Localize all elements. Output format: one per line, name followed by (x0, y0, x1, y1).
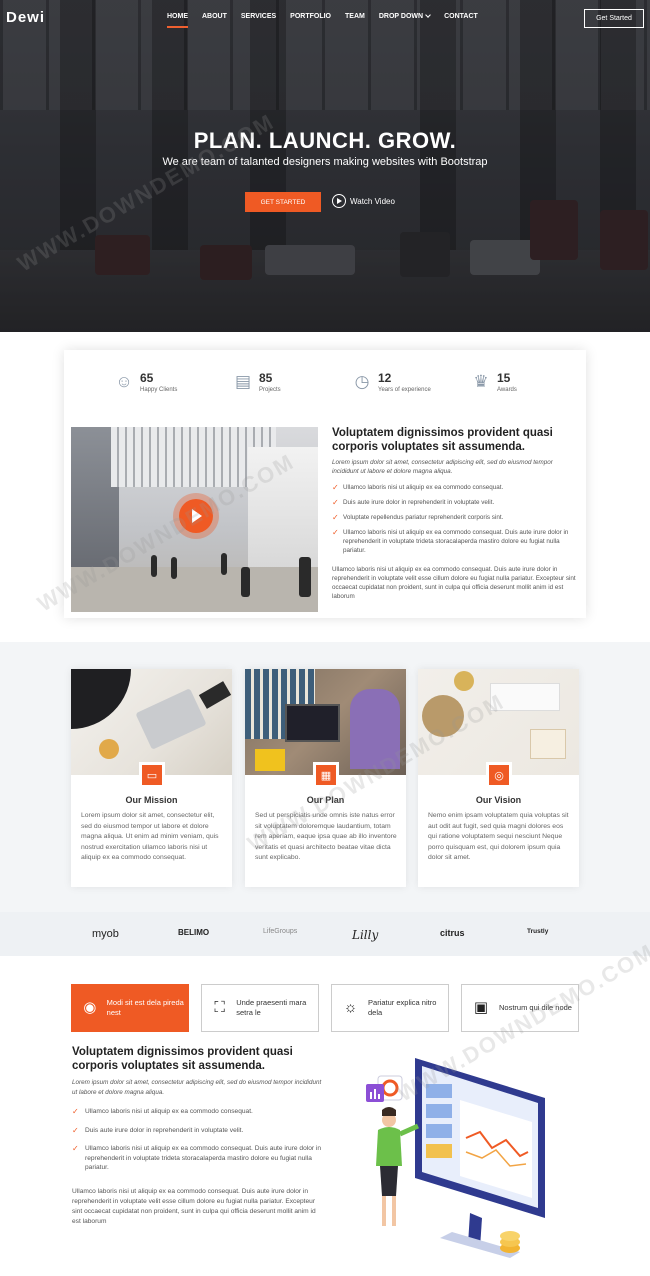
stat-label: Happy Clients (140, 387, 178, 393)
tab-label: Unde praesenti mara setra le (236, 998, 307, 1017)
hero-subtitle: We are team of talanted designers making… (162, 156, 488, 168)
tab-label: Nostrum qui dile node (499, 1003, 572, 1012)
list-item: ✓ Duis aute irure dolor in reprehenderit … (332, 498, 495, 507)
clients-strip: myob BELIMO LifeGroups Lilly citrus Trus… (0, 912, 650, 956)
nav-home[interactable]: HOME (160, 13, 195, 28)
sun-icon: ☼ (343, 999, 358, 1016)
tab-label: Pariatur explica nitro dela (368, 998, 437, 1017)
stat-value: 85 (259, 371, 273, 385)
broadcast-icon: ◉ (83, 999, 97, 1016)
calendar-icon: ▦ (313, 762, 339, 788)
scan-icon: ⛶ (214, 999, 225, 1016)
nav-contact[interactable]: CONTACT (437, 13, 485, 20)
list-item: ✓ Ullamco laboris nisi ut aliquip ex ea c… (72, 1107, 253, 1116)
stat-projects: ▤ 85 Projects (233, 371, 352, 394)
hero-title: PLAN. LAUNCH. GROW. (193, 128, 457, 153)
check-icon: ✓ (332, 498, 339, 507)
tab-unde[interactable]: ⛶ Unde praesenti mara setra le (201, 984, 319, 1032)
check-icon: ✓ (332, 483, 339, 492)
watch-video-link[interactable]: Watch Video (332, 194, 395, 208)
list-item: ✓ Duis aute irure dolor in reprehenderit … (72, 1125, 244, 1135)
features-section: ▭ Our Mission Lorem ipsum dolor sit amet… (0, 642, 650, 912)
trophy-icon: ♛ (473, 372, 489, 391)
about-video-thumbnail[interactable] (71, 427, 318, 612)
get-started-header-button[interactable]: Get Started (584, 9, 644, 28)
client-logo-belimo: BELIMO (178, 928, 210, 937)
feature-card-plan: ▦ Our Plan Sed ut perspiciatis unde omni… (245, 669, 406, 887)
dashboard-illustration (360, 1048, 590, 1270)
feature-card-vision: ◎ Our Vision Nemo enim ipsam voluptatem … (418, 669, 579, 887)
feature-description: Lorem ipsum dolor sit amet, consectetur … (81, 812, 219, 861)
logo[interactable]: Dewi (6, 9, 45, 26)
watch-video-label: Watch Video (350, 196, 395, 206)
check-icon: ✓ (72, 1125, 79, 1135)
stat-value: 12 (378, 371, 392, 385)
printer-icon: ▤ (234, 372, 252, 391)
check-icon: ✓ (332, 513, 339, 522)
tab-modi[interactable]: ◉ Modi sit est dela pireda nest (71, 984, 189, 1032)
client-logo-myob: myob (92, 928, 119, 940)
feature-title: Our Plan (306, 795, 345, 805)
hero-section: Dewi HOME ABOUT SERVICES PORTFOLIO TEAM … (0, 0, 650, 332)
feature-description: Nemo enim ipsam voluptatem quia voluptas… (428, 812, 569, 861)
get-started-button[interactable]: GET STARTED (245, 192, 321, 212)
chevron-down-icon (425, 12, 431, 18)
check-icon: ✓ (332, 528, 339, 537)
target-icon: ◎ (486, 762, 512, 788)
stats-row: ☺ 65 Happy Clients ▤ 85 Projects ◷ 12 Years… (114, 371, 590, 394)
stat-value: 15 (497, 371, 511, 385)
list-item: ✓ Ullamco laboris nisi ut aliquip ex ea c… (332, 528, 569, 554)
tab-content-title: Voluptatem dignissimos provident quasi c… (72, 1046, 293, 1072)
nav-dropdown[interactable]: DROP DOWN (372, 12, 437, 20)
feature-card-mission: ▭ Our Mission Lorem ipsum dolor sit amet… (71, 669, 232, 887)
play-icon (332, 194, 346, 208)
clock-icon: ◷ (354, 372, 370, 391)
tab-content-paragraph: Ullamco laboris nisi ut aliquip ex ea co… (72, 1187, 316, 1225)
stat-label: Years of experience (378, 387, 431, 393)
tab-content-lead: Lorem ipsum dolor sit amet, consectetur … (72, 1079, 322, 1096)
play-button[interactable] (179, 499, 213, 533)
feature-title: Our Mission (125, 795, 178, 805)
plan-image (245, 669, 406, 775)
tab-pariatur[interactable]: ☼ Pariatur explica nitro dela (331, 984, 449, 1032)
client-logo-lifegroups: LifeGroups (263, 928, 298, 935)
main-nav: HOME ABOUT SERVICES PORTFOLIO TEAM DROP … (160, 12, 485, 28)
stat-happy-clients: ☺ 65 Happy Clients (114, 371, 233, 394)
nav-about[interactable]: ABOUT (195, 13, 234, 20)
tab-nostrum[interactable]: ▣ Nostrum qui dile node (461, 984, 579, 1032)
about-title: Voluptatem dignissimos provident quasi c… (332, 427, 553, 453)
vision-image (418, 669, 579, 775)
tab-content: Voluptatem dignissimos provident quasi c… (72, 1045, 324, 1227)
feature-title: Our Vision (475, 795, 522, 805)
screen-icon: ▭ (139, 762, 165, 788)
stat-label: Awards (497, 387, 517, 393)
stat-label: Projects (259, 387, 281, 393)
stat-years: ◷ 12 Years of experience (352, 371, 471, 394)
client-logo-citrus: citrus (440, 928, 465, 938)
about-content: Voluptatem dignissimos provident quasi c… (332, 426, 580, 601)
tab-content-list: ✓ Ullamco laboris nisi ut aliquip ex ea c… (72, 1107, 324, 1173)
list-item: ✓ Ullamco laboris nisi ut aliquip ex ea c… (332, 483, 504, 492)
nav-team[interactable]: TEAM (338, 13, 372, 20)
stat-value: 65 (140, 371, 154, 385)
about-card: ☺ 65 Happy Clients ▤ 85 Projects ◷ 12 Years… (64, 350, 586, 618)
smiley-icon: ☺ (115, 372, 133, 391)
client-logo-lilly: Lilly (352, 928, 379, 942)
list-item: ✓ Ullamco laboris nisi ut aliquip ex ea c… (72, 1144, 322, 1171)
check-icon: ✓ (72, 1107, 79, 1116)
window-icon: ▣ (473, 999, 489, 1016)
stat-awards: ♛ 15 Awards (471, 371, 590, 394)
tab-label: Modi sit est dela pireda nest (106, 998, 184, 1017)
nav-portfolio[interactable]: PORTFOLIO (283, 13, 338, 20)
client-logo-trustly: Trustly (527, 928, 549, 935)
about-lead: Lorem ipsum dolor sit amet, consectetur … (332, 459, 553, 475)
about-paragraph: Ullamco laboris nisi ut aliquip ex ea co… (332, 566, 576, 600)
about-list: ✓ Ullamco laboris nisi ut aliquip ex ea c… (332, 483, 580, 555)
list-item: ✓ Voluptate repellendus pariatur reprehen… (332, 513, 504, 522)
check-icon: ✓ (72, 1144, 79, 1153)
mission-image (71, 669, 232, 775)
nav-services[interactable]: SERVICES (234, 13, 283, 20)
feature-description: Sed ut perspiciatis unde omnis iste natu… (255, 812, 397, 861)
